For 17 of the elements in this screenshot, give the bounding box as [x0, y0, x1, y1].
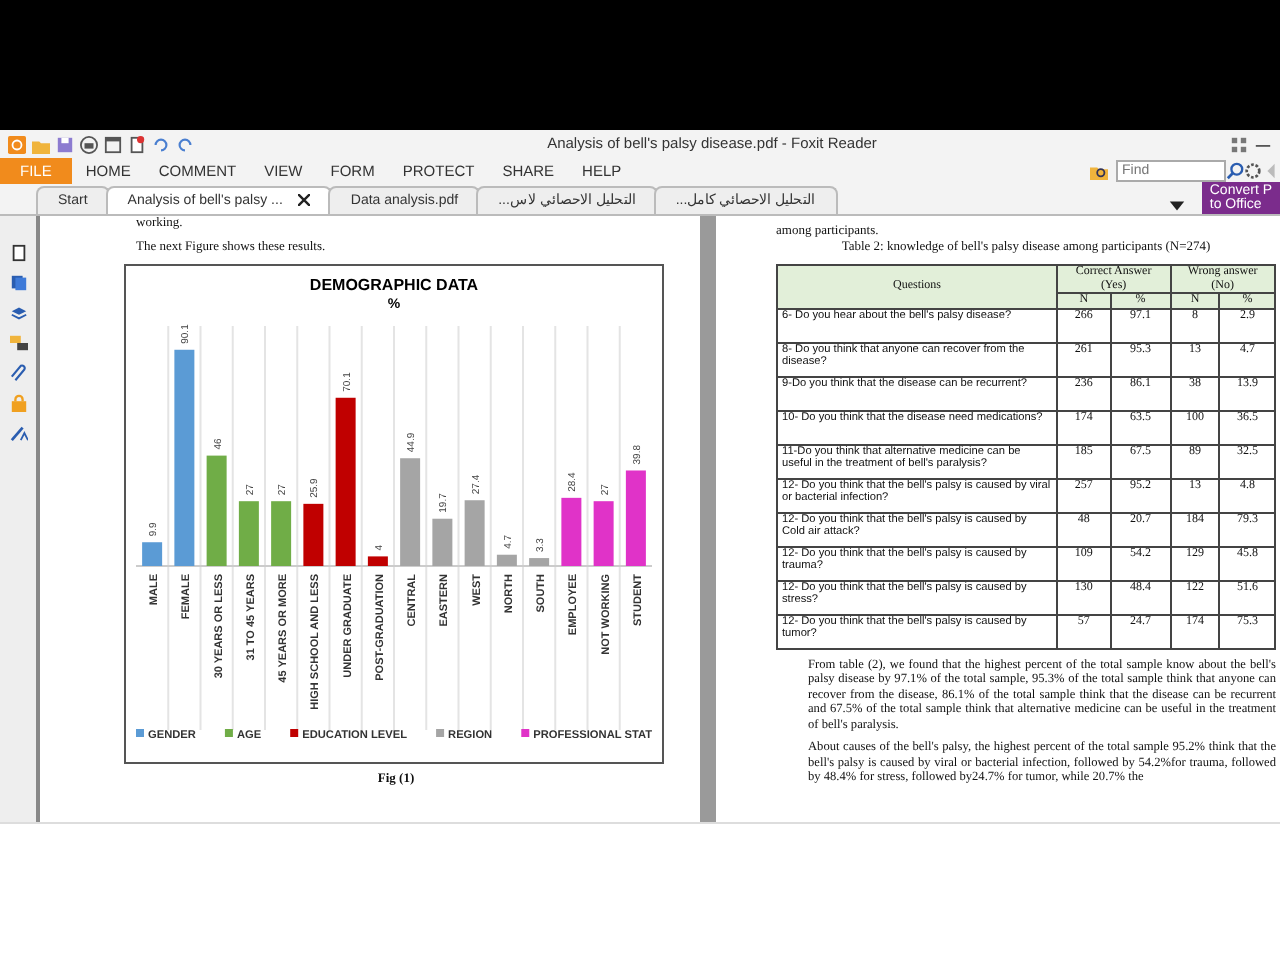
chart-title: DEMOGRAPHIC DATA	[309, 276, 479, 294]
page-icon[interactable]	[9, 244, 27, 262]
undo-icon[interactable]	[152, 135, 170, 153]
search-icon[interactable]	[1226, 162, 1244, 180]
paperclip-icon[interactable]	[9, 364, 27, 382]
window-icon[interactable]	[104, 135, 122, 153]
comments-icon[interactable]	[9, 334, 27, 352]
folder-search-icon[interactable]	[1090, 162, 1108, 180]
pen-icon[interactable]	[9, 424, 27, 442]
close-icon[interactable]	[298, 194, 311, 208]
printer-icon[interactable]	[80, 135, 98, 153]
layers-icon[interactable]	[9, 304, 27, 322]
grid-icon[interactable]	[1230, 135, 1248, 153]
redo-icon[interactable]	[176, 135, 194, 153]
document-icon[interactable]	[128, 135, 146, 153]
pages-icon[interactable]	[9, 274, 27, 292]
save-icon[interactable]	[56, 135, 74, 153]
